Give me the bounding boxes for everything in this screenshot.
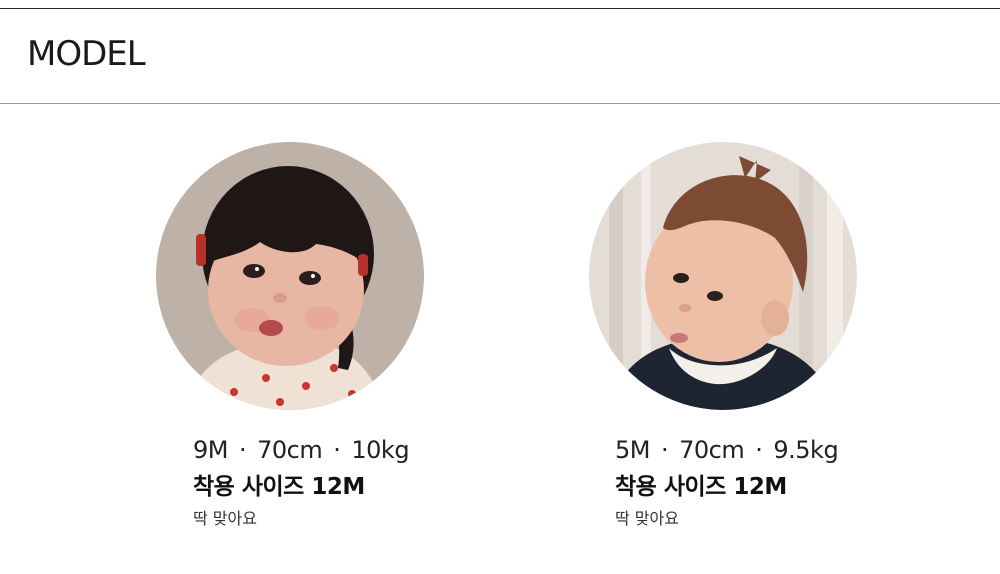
model-weight: 10kg (351, 436, 410, 464)
section-title: MODEL (27, 34, 146, 74)
wearing-size: 착용 사이즈 12M (615, 474, 787, 500)
model-info: 5M · 70cm · 9.5kg 착용 사이즈 12M 딱 맞아요 (615, 434, 839, 530)
model-age: 5M (615, 436, 650, 464)
fit-note: 딱 맞아요 (193, 509, 257, 528)
model-card: 5M · 70cm · 9.5kg 착용 사이즈 12M 딱 맞아요 (589, 142, 857, 528)
model-card: 9M · 70cm · 10kg 착용 사이즈 12M 딱 맞아요 (156, 142, 424, 528)
wearing-size: 착용 사이즈 12M (193, 474, 365, 500)
model-info: 9M · 70cm · 10kg 착용 사이즈 12M 딱 맞아요 (193, 434, 410, 530)
model-height: 70cm (257, 436, 323, 464)
separator-dot: · (238, 436, 247, 464)
model-stats: 5M · 70cm · 9.5kg (615, 434, 839, 466)
model-photo (589, 142, 857, 410)
separator-dot: · (333, 436, 341, 464)
model-weight: 9.5kg (773, 436, 839, 464)
top-divider (0, 8, 1000, 9)
separator-dot: · (660, 436, 669, 464)
separator-dot: · (755, 436, 763, 464)
model-photo (156, 142, 424, 410)
fit-note: 딱 맞아요 (615, 509, 679, 528)
model-stats: 9M · 70cm · 10kg (193, 434, 410, 466)
model-height: 70cm (679, 436, 745, 464)
model-age: 9M (193, 436, 228, 464)
header-divider (0, 103, 1000, 104)
